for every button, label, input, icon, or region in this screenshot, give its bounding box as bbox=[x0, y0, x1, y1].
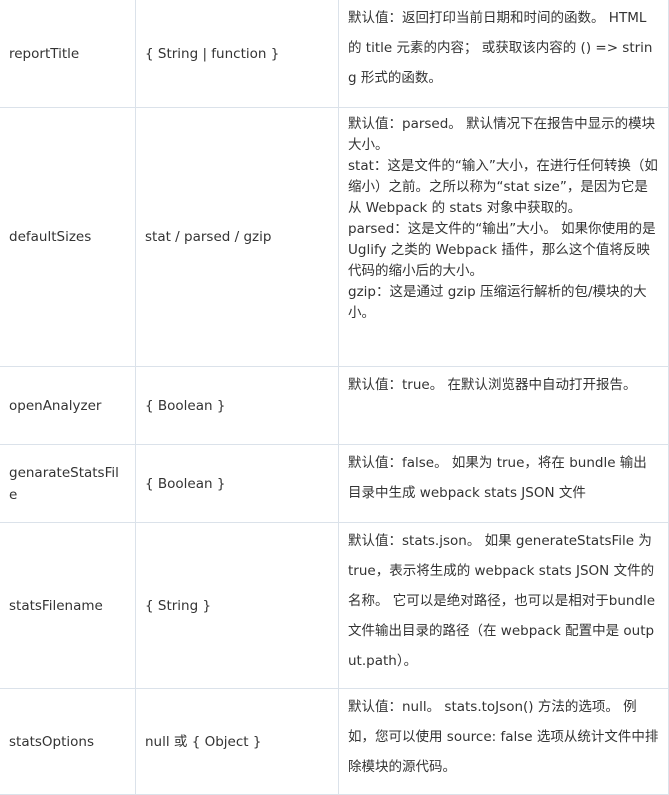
option-description: 默认值：null。 stats.toJson() 方法的选项。 例如，您可以使用… bbox=[338, 688, 669, 795]
description-text: 默认值：true。 在默认浏览器中自动打开报告。 bbox=[348, 377, 637, 393]
table-row: statsOptions null 或 { Object } 默认值：null。… bbox=[0, 688, 669, 795]
option-description: 默认值：false。 如果为 true，将在 bundle 输出目录中生成 we… bbox=[338, 444, 669, 523]
option-description: 默认值：true。 在默认浏览器中自动打开报告。 bbox=[338, 366, 669, 445]
option-type: { Boolean } bbox=[135, 444, 339, 523]
option-description: 默认值：parsed。 默认情况下在报告中显示的模块大小。 stat：这是文件的… bbox=[338, 107, 669, 367]
option-name: genarateStatsFile bbox=[0, 444, 136, 523]
option-type: stat / parsed / gzip bbox=[135, 107, 339, 367]
options-table: reportTitle { String | function } 默认值：返回… bbox=[0, 0, 669, 795]
table-row: defaultSizes stat / parsed / gzip 默认值：pa… bbox=[0, 107, 669, 367]
description-text: 默认值：null。 stats.toJson() 方法的选项。 例如，您可以使用… bbox=[348, 699, 659, 775]
option-type: { String | function } bbox=[135, 0, 339, 108]
option-description: 默认值：stats.json。 如果 generateStatsFile 为 t… bbox=[338, 522, 669, 689]
option-description: 默认值：返回打印当前日期和时间的函数。 HTML 的 title 元素的内容； … bbox=[338, 0, 669, 108]
option-type: null 或 { Object } bbox=[135, 688, 339, 795]
option-type: { Boolean } bbox=[135, 366, 339, 445]
option-name: defaultSizes bbox=[0, 107, 136, 367]
table-row: statsFilename { String } 默认值：stats.json。… bbox=[0, 522, 669, 689]
description-text: 默认值：parsed。 默认情况下在报告中显示的模块大小。 bbox=[348, 116, 656, 153]
option-name: statsOptions bbox=[0, 688, 136, 795]
table-row: reportTitle { String | function } 默认值：返回… bbox=[0, 0, 669, 108]
description-text: 默认值：false。 如果为 true，将在 bundle 输出目录中生成 we… bbox=[348, 455, 647, 501]
description-text: parsed：这是文件的“输出”大小。 如果你使用的是 Uglify 之类的 W… bbox=[348, 221, 656, 279]
option-name: openAnalyzer bbox=[0, 366, 136, 445]
description-text: 默认值：返回打印当前日期和时间的函数。 HTML 的 title 元素的内容； … bbox=[348, 10, 653, 86]
table-row: genarateStatsFile { Boolean } 默认值：false。… bbox=[0, 444, 669, 523]
option-name: statsFilename bbox=[0, 522, 136, 689]
description-text: gzip：这是通过 gzip 压缩运行解析的包/模块的大小。 bbox=[348, 284, 647, 321]
description-text: stat：这是文件的“输入”大小，在进行任何转换（如缩小）之前。之所以称为“st… bbox=[348, 158, 658, 216]
table-row: openAnalyzer { Boolean } 默认值：true。 在默认浏览… bbox=[0, 366, 669, 445]
option-name: reportTitle bbox=[0, 0, 136, 108]
option-type: { String } bbox=[135, 522, 339, 689]
description-text: 默认值：stats.json。 如果 generateStatsFile 为 t… bbox=[348, 533, 656, 669]
